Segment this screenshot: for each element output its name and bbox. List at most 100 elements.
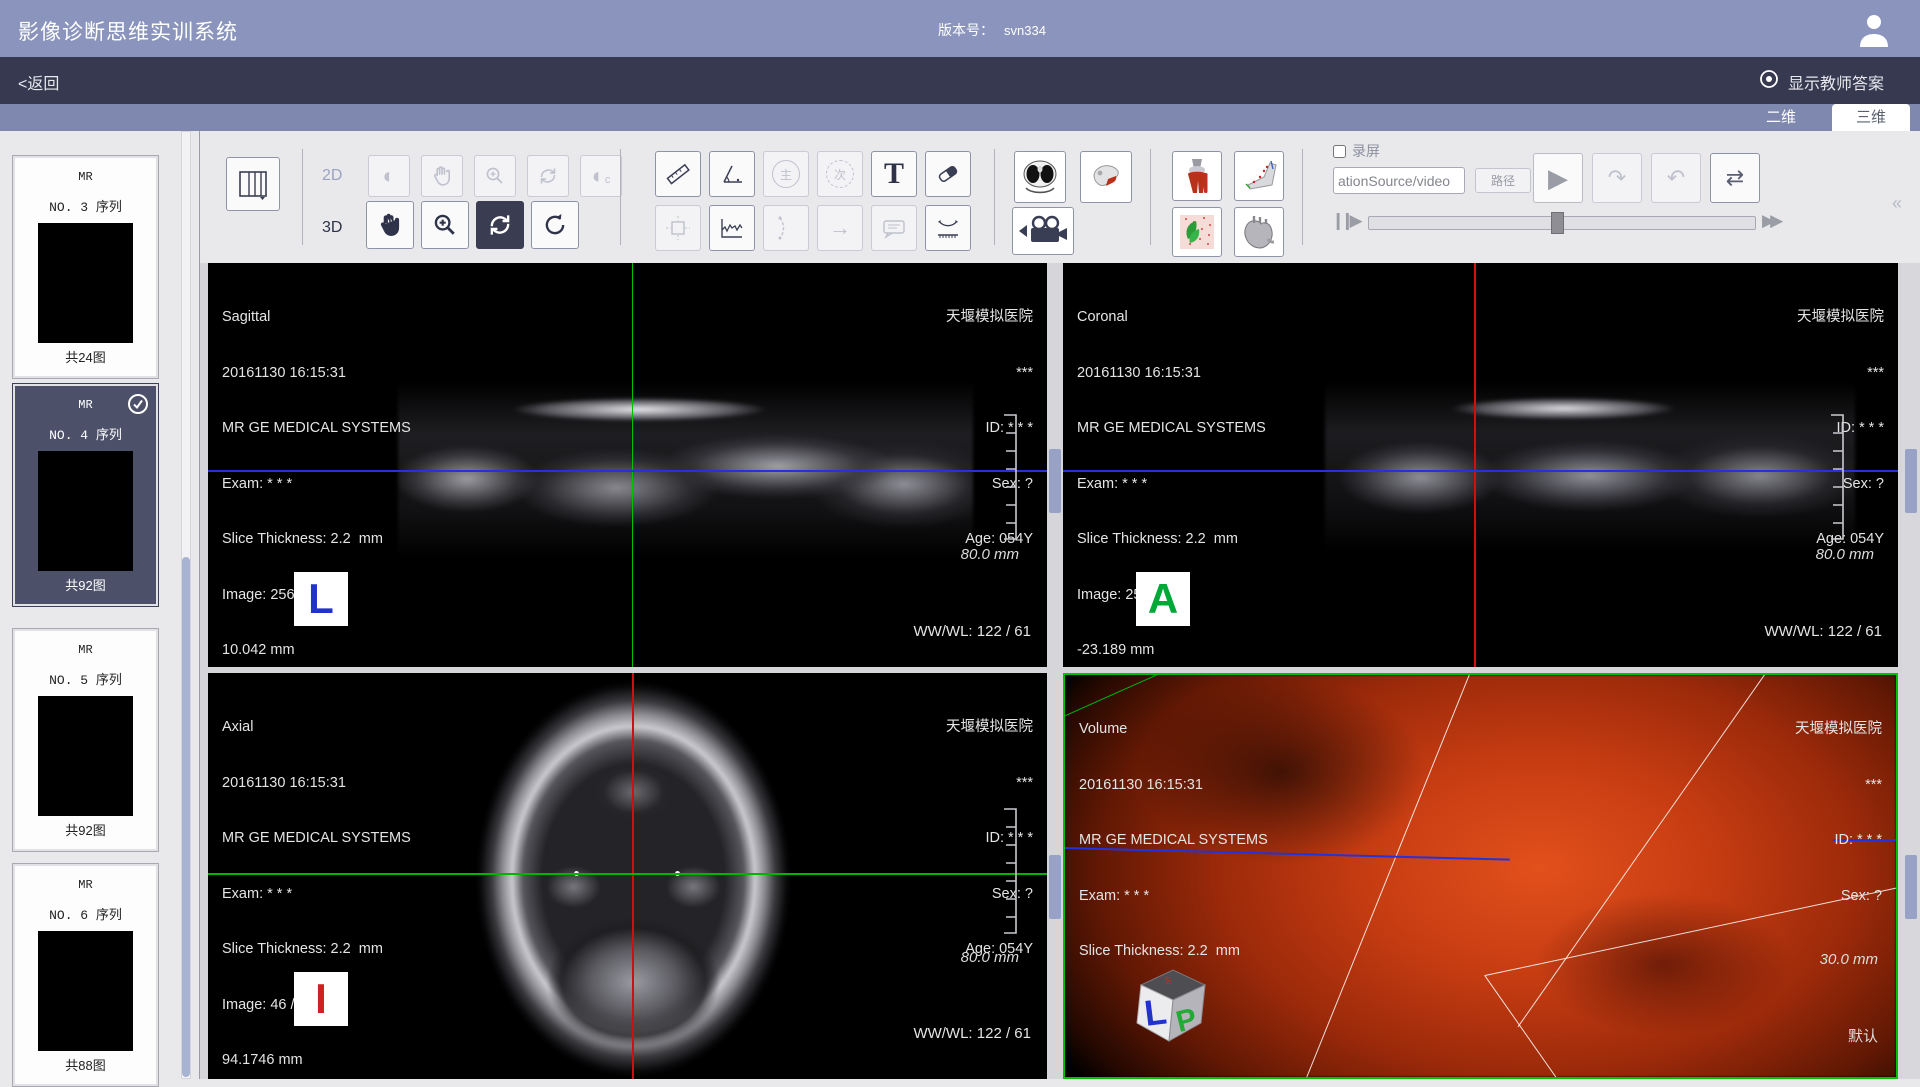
- series-card-4-selected[interactable]: MR NO. 4 序列 共92图: [12, 383, 159, 607]
- zoom-3d-button[interactable]: [421, 201, 469, 249]
- label-2d: 2D: [322, 167, 342, 185]
- series-card-3[interactable]: MR NO. 3 序列 共24图: [12, 155, 159, 379]
- series-thumbnail: [38, 696, 133, 816]
- curved-arrow-right-icon: ↷: [1608, 167, 1626, 189]
- volume-preset-label[interactable]: 默认: [1848, 1025, 1878, 1046]
- viewport-volume-active[interactable]: Volume 20161130 16:15:31 MR GE MEDICAL S…: [1063, 673, 1898, 1079]
- play-button[interactable]: ▶: [1533, 153, 1583, 203]
- tab-2d[interactable]: 二维: [1742, 104, 1820, 131]
- app-title: 影像诊断思维实训系统: [18, 16, 238, 46]
- screen-record-checkbox[interactable]: [1333, 145, 1346, 158]
- measure-angle-button[interactable]: [709, 151, 755, 197]
- viewport-sagittal[interactable]: Sagittal 20161130 16:15:31 MR GE MEDICAL…: [208, 263, 1047, 667]
- curve-profile-button[interactable]: [709, 205, 755, 251]
- secondary-marker-icon: 次: [826, 160, 854, 188]
- secondary-marker-button[interactable]: 次: [817, 151, 863, 197]
- preset-lung-ct-button[interactable]: [1014, 151, 1066, 203]
- window-reset-2d-button[interactable]: ◐c: [580, 155, 622, 197]
- splitter-handle[interactable]: [1905, 855, 1917, 919]
- version-label: 版本号：: [938, 22, 994, 38]
- layout-select-button[interactable]: [226, 157, 280, 211]
- series-card-6[interactable]: MR NO. 6 序列 共88图: [12, 863, 159, 1087]
- crosshair-vertical-green[interactable]: [632, 263, 633, 667]
- crosshair-vertical-red[interactable]: [632, 673, 634, 1079]
- comment-button[interactable]: [871, 205, 917, 251]
- arc-tool-button[interactable]: [763, 205, 809, 251]
- preset-knee-button[interactable]: [1172, 151, 1222, 201]
- video-camera-icon: [1017, 214, 1069, 248]
- measure-length-button[interactable]: [655, 151, 701, 197]
- splitter-handle[interactable]: [1049, 855, 1061, 919]
- sidebar-scrollbar[interactable]: [181, 131, 191, 1079]
- pan-3d-button[interactable]: [366, 201, 414, 249]
- viewport-coronal[interactable]: Coronal 20161130 16:15:31 MR GE MEDICAL …: [1063, 263, 1898, 667]
- back-button[interactable]: <返回: [18, 70, 59, 94]
- show-teacher-answer-button[interactable]: 显示教师答案: [1758, 68, 1884, 95]
- preset-heart-button[interactable]: [1234, 207, 1284, 257]
- roi-box-button[interactable]: [655, 205, 701, 251]
- series-name: NO. 5 序列: [13, 669, 158, 688]
- main-marker-button[interactable]: 主: [763, 151, 809, 197]
- user-avatar-icon[interactable]: [1854, 9, 1894, 49]
- scale-label: 80.0 mm: [961, 949, 1019, 966]
- toolbar-divider: [1302, 149, 1303, 245]
- splitter-handle[interactable]: [1049, 449, 1061, 513]
- eraser-icon: [934, 160, 962, 188]
- comment-icon: [880, 214, 908, 242]
- record-camera-button[interactable]: [1012, 207, 1074, 255]
- arc-icon: [772, 214, 800, 242]
- series-card-5[interactable]: MR NO. 5 序列 共92图: [12, 628, 159, 852]
- zoom-in-icon: [431, 211, 459, 239]
- window-reset-icon: ◐c: [592, 165, 611, 187]
- nav-bar: <返回 显示教师答案: [0, 57, 1920, 104]
- path-button[interactable]: 路径: [1475, 168, 1531, 193]
- zoom-2d-button[interactable]: [474, 155, 516, 197]
- slider-rewind-icon[interactable]: ❙❙▶: [1331, 211, 1358, 231]
- text-annotation-button[interactable]: T: [871, 151, 917, 197]
- scale-ruler: [998, 807, 1022, 935]
- series-thumbnail: [38, 223, 133, 343]
- swap-arrows-icon: ⇄: [1726, 167, 1744, 189]
- tab-3d[interactable]: 三维: [1832, 104, 1910, 131]
- swap-direction-button[interactable]: ⇄: [1710, 153, 1760, 203]
- preset-segmentation-button[interactable]: [1172, 207, 1222, 257]
- rotate-3d-button-active[interactable]: [476, 201, 524, 249]
- rotate-2d-button[interactable]: [527, 155, 569, 197]
- preset-skull-button[interactable]: [1080, 151, 1132, 203]
- zoom-in-icon: [483, 164, 507, 188]
- splitter-handle[interactable]: [1905, 449, 1917, 513]
- rotate-ccw-playback-button[interactable]: ↶: [1651, 153, 1701, 203]
- right-splitter[interactable]: [1902, 263, 1920, 1079]
- series-name: NO. 3 序列: [13, 196, 158, 215]
- collapse-toolbar-icon[interactable]: «: [1892, 193, 1902, 214]
- label-3d: 3D: [322, 219, 342, 237]
- curve-ruler-button[interactable]: [925, 205, 971, 251]
- preset-foot-button[interactable]: [1234, 151, 1284, 201]
- orientation-cube[interactable]: S L P: [1123, 957, 1211, 1045]
- reset-rotation-button[interactable]: [531, 201, 579, 249]
- rotate-cw-playback-button[interactable]: ↷: [1592, 153, 1642, 203]
- arrow-annotation-button[interactable]: →: [817, 205, 863, 251]
- series-count: 共92图: [13, 575, 158, 594]
- screen-record-label: 录屏: [1352, 141, 1380, 161]
- wwwl-label: WW/WL: 122 / 61: [913, 1025, 1031, 1042]
- knee-bone-icon: [1178, 157, 1216, 195]
- slider-forward-icon[interactable]: ▶▶: [1762, 211, 1778, 231]
- pan-2d-button[interactable]: [421, 155, 463, 197]
- viewport-axial[interactable]: Axial 20161130 16:15:31 MR GE MEDICAL SY…: [208, 673, 1047, 1079]
- toolbar-divider: [994, 149, 995, 245]
- screen-record-option[interactable]: 录屏: [1333, 141, 1380, 161]
- frame-slider-thumb[interactable]: [1551, 212, 1564, 234]
- eraser-button[interactable]: [925, 151, 971, 197]
- window-level-2d-button[interactable]: ◐: [368, 155, 410, 197]
- play-icon: ▶: [1548, 165, 1568, 191]
- main-marker-icon: 主: [772, 160, 800, 188]
- rotate-icon: [486, 211, 514, 239]
- crosshair-vertical-red[interactable]: [1474, 263, 1476, 667]
- sidebar-scrollbar-thumb[interactable]: [182, 557, 190, 1077]
- reset-icon: [541, 211, 569, 239]
- vertical-splitter[interactable]: [1047, 263, 1063, 1079]
- frame-slider[interactable]: [1368, 216, 1756, 230]
- orientation-letter-left: L: [294, 572, 348, 626]
- video-path-input[interactable]: [1333, 167, 1465, 194]
